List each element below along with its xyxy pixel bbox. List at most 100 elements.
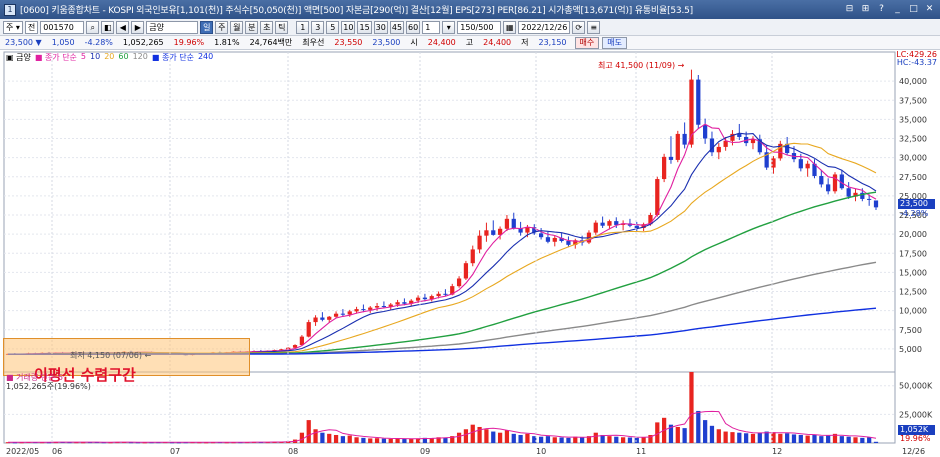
volume-bar xyxy=(798,434,803,443)
legend-ma2-label[interactable]: ■ 종가 단순 xyxy=(152,52,194,63)
volume-bar xyxy=(778,433,783,443)
candle-body xyxy=(333,313,339,317)
refresh-icon[interactable]: ⟳ xyxy=(572,20,586,34)
candle-body xyxy=(566,241,571,245)
chart-window-icon[interactable]: 1 xyxy=(4,3,16,16)
period-tick-button[interactable]: 틱 xyxy=(275,20,289,34)
volume-bar xyxy=(333,434,339,443)
tile-icon[interactable]: ⊞ xyxy=(859,3,872,16)
candle-body xyxy=(320,317,325,320)
chart-svg[interactable]: 40,000 37,500 35,000 32,500 30,000 27,500 25,0… xyxy=(0,50,940,457)
range-input[interactable]: 150/500 xyxy=(457,20,502,34)
legend-ma240: 240 xyxy=(197,52,214,61)
candle-body xyxy=(867,198,872,200)
volume-bar xyxy=(819,436,824,443)
price-change-pct: -4.28% xyxy=(84,38,113,47)
interval-1-button[interactable]: 1 xyxy=(296,20,310,34)
volume-bar xyxy=(354,437,359,443)
interval-10-button[interactable]: 10 xyxy=(341,20,356,34)
candle-body xyxy=(873,200,879,208)
candle-body xyxy=(552,237,557,242)
sell-button[interactable]: 매도 xyxy=(602,36,627,49)
candle-body xyxy=(655,179,660,215)
price-tick-label: 15,000 xyxy=(899,268,927,277)
quote-bar: 23,500 ▼ 1,050 -4.28% 1,052,265 19.96% 1… xyxy=(0,36,940,50)
volume-bar xyxy=(573,436,578,443)
candle-body xyxy=(470,249,475,264)
price-tick-label: 17,500 xyxy=(899,249,927,258)
volume-ratio: 19.96% xyxy=(173,38,205,47)
maximize-icon[interactable]: □ xyxy=(907,3,920,16)
candle-body xyxy=(607,221,612,226)
stock-list-icon[interactable]: ◧ xyxy=(101,20,115,34)
candle-body xyxy=(675,133,680,160)
period-minute-button[interactable]: 분 xyxy=(245,20,259,34)
open-price: 24,400 xyxy=(427,38,456,47)
next-stock-icon[interactable]: ▶ xyxy=(131,20,145,34)
interval-3-button[interactable]: 3 xyxy=(311,20,325,34)
candle-body xyxy=(340,313,346,315)
stock-code-input[interactable]: 001570 xyxy=(40,20,85,34)
volume-bar xyxy=(634,437,639,443)
date-tick-label: 2022/05 xyxy=(6,447,39,456)
period-month-button[interactable]: 월 xyxy=(230,20,244,34)
market-select[interactable]: 전 xyxy=(24,20,39,34)
price-chart[interactable]: 40,000 37,500 35,000 32,500 30,000 27,500 25,0… xyxy=(0,50,940,457)
volume-bar xyxy=(409,438,414,443)
interval-15-button[interactable]: 15 xyxy=(357,20,372,34)
stock-name-field[interactable]: 금양 xyxy=(146,20,199,34)
candle-body xyxy=(819,175,824,185)
volume-bar xyxy=(368,438,373,443)
close-icon[interactable]: ✕ xyxy=(923,3,936,16)
candle-body xyxy=(600,222,605,226)
volume-bar xyxy=(395,438,400,443)
legend-main[interactable]: ▣ 금양 xyxy=(6,52,31,63)
settings-icon[interactable]: ≡ xyxy=(587,20,601,34)
legend-ma-label[interactable]: ■ 종가 단순 xyxy=(35,52,77,63)
candle-body xyxy=(662,156,667,180)
period-day-button[interactable]: 일 xyxy=(200,20,214,34)
low-label: 저 xyxy=(521,38,529,47)
hc-readout: HC:-43.37 xyxy=(896,58,937,67)
price-tick-label: 27,500 xyxy=(899,173,927,182)
volume-bar xyxy=(839,436,844,443)
candle-body xyxy=(538,233,544,238)
candle-body xyxy=(463,263,469,279)
candle-body xyxy=(347,311,352,315)
candle-body xyxy=(292,345,298,348)
volume-bar xyxy=(709,425,715,443)
interval-45-button[interactable]: 45 xyxy=(389,20,405,34)
window-controls: ⊟ ⊞ ? _ □ ✕ xyxy=(843,3,936,16)
date-tick-label: 06 xyxy=(52,447,62,456)
candle-body xyxy=(832,174,838,192)
volume-bar xyxy=(614,436,619,443)
interval-60-button[interactable]: 60 xyxy=(406,20,421,34)
count-input[interactable]: 1 xyxy=(422,20,441,34)
price-tick-label: 7,500 xyxy=(899,326,922,335)
volume-bar xyxy=(306,420,311,443)
volume-bar xyxy=(456,432,462,443)
interval-5-button[interactable]: 5 xyxy=(326,20,340,34)
legend-ma5: 5 xyxy=(80,52,87,61)
candle-body xyxy=(327,316,332,320)
volume-bar xyxy=(511,433,516,443)
price-tick-label: 5,000 xyxy=(899,345,922,354)
candle-body xyxy=(846,188,851,197)
period-week-button[interactable]: 주 xyxy=(215,20,229,34)
candle-body xyxy=(395,302,400,305)
volume-bar xyxy=(388,438,393,443)
period-second-button[interactable]: 초 xyxy=(260,20,274,34)
interval-30-button[interactable]: 30 xyxy=(373,20,388,34)
date-input[interactable]: 2022/12/26 xyxy=(518,20,571,34)
calendar-icon[interactable]: ▦ xyxy=(503,20,517,34)
dropdown-icon[interactable]: ▾ xyxy=(442,20,456,34)
help-icon[interactable]: ? xyxy=(875,3,888,16)
volume-bar xyxy=(730,432,735,443)
search-icon[interactable]: ⌕ xyxy=(86,20,100,34)
mode-select[interactable]: 주 ▾ xyxy=(3,20,23,34)
buy-button[interactable]: 매수 xyxy=(574,36,600,49)
restore-layout-icon[interactable]: ⊟ xyxy=(843,3,856,16)
high-label: 고 xyxy=(465,38,474,47)
minimize-icon[interactable]: _ xyxy=(891,3,904,16)
prev-stock-icon[interactable]: ◀ xyxy=(116,20,130,34)
